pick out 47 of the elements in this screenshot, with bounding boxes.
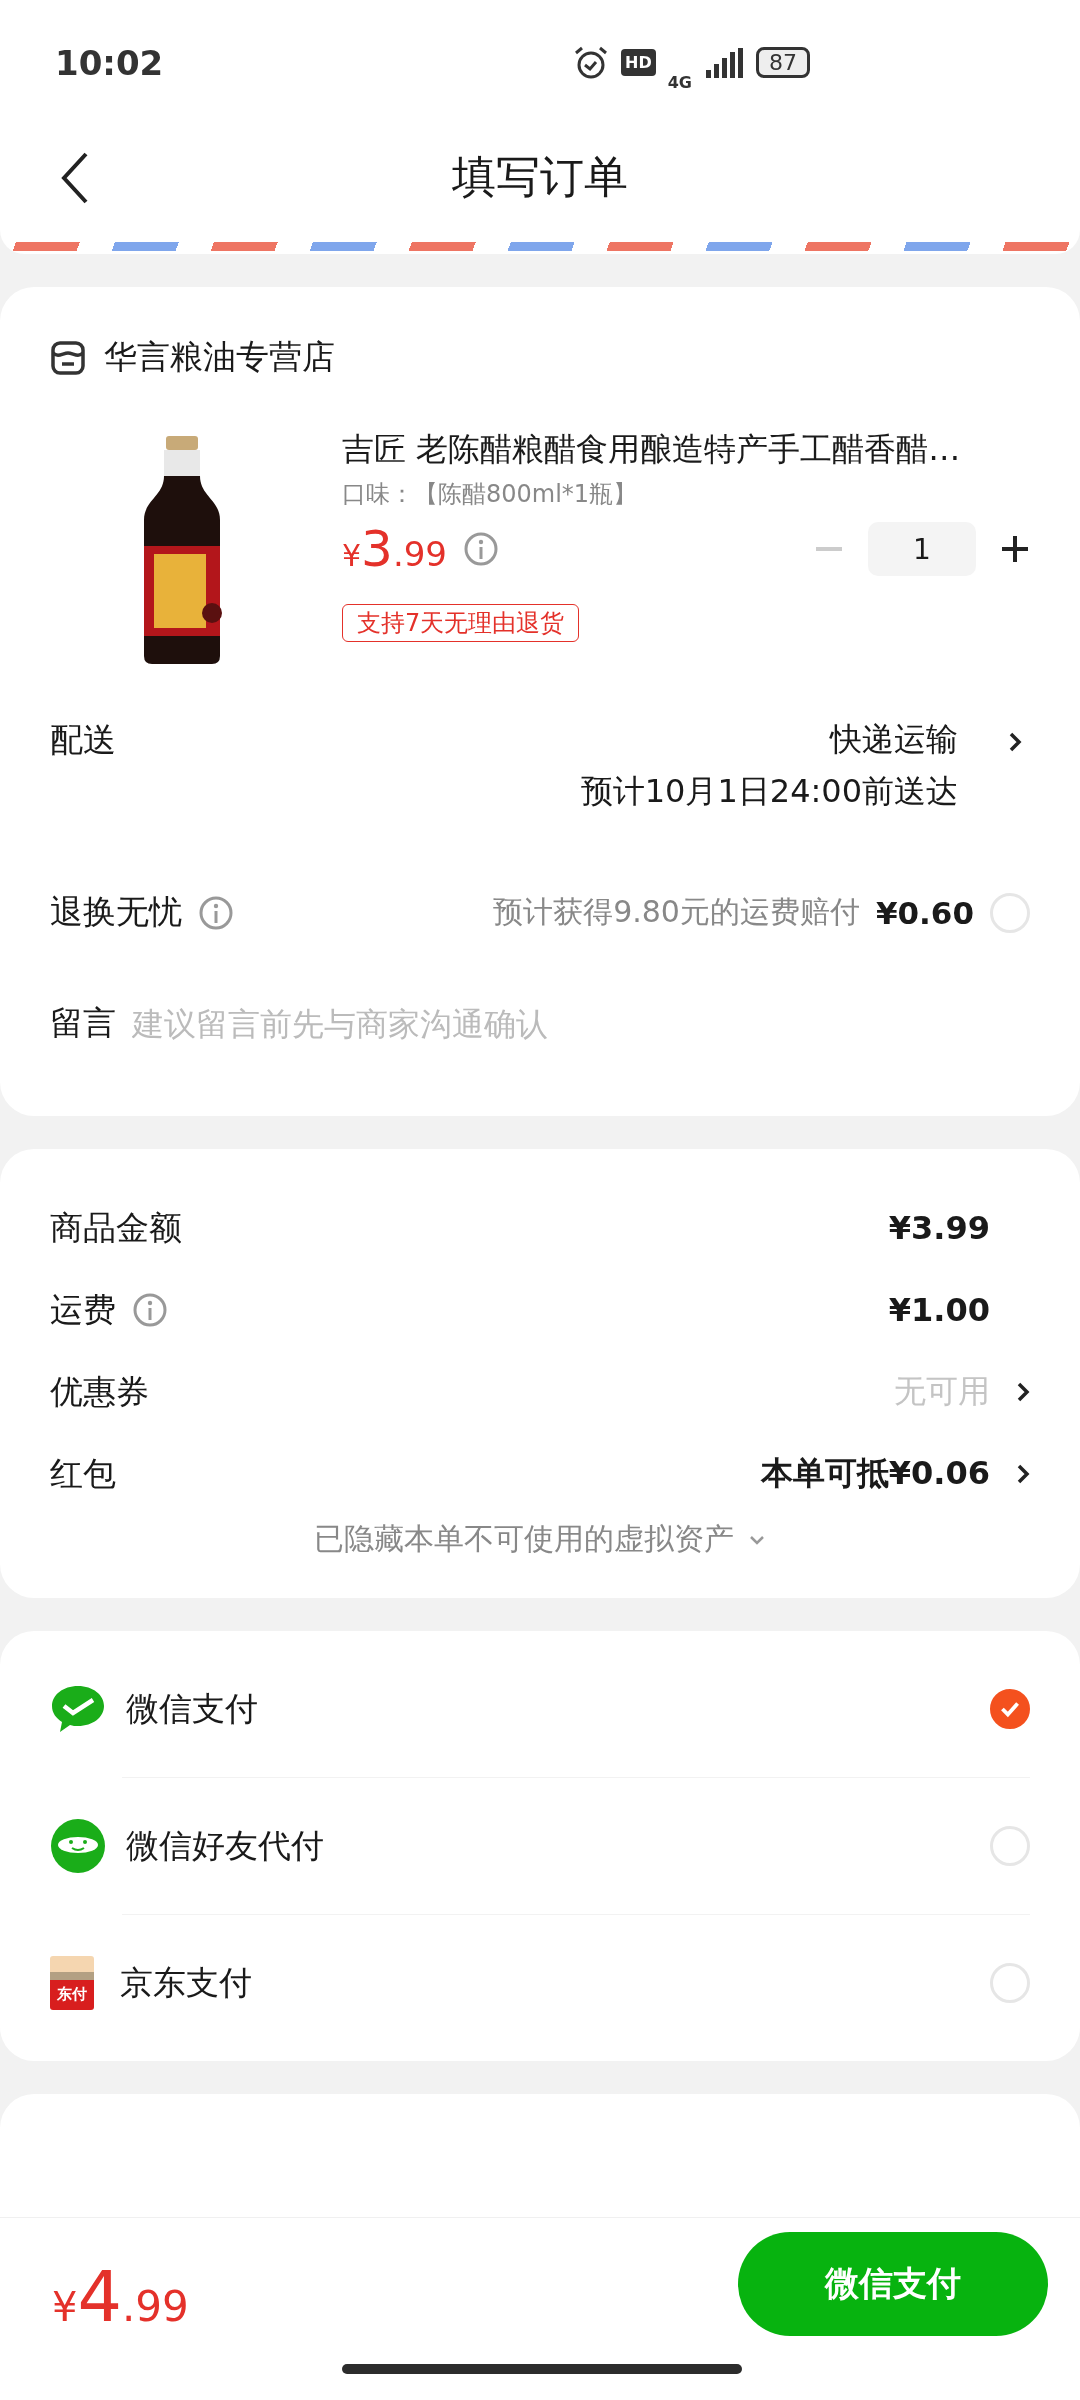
info-icon[interactable] [132,1292,168,1328]
page-title: 填写订单 [452,150,628,204]
payment-method-name[interactable]: 微信好友代付 [126,1823,324,1869]
chevron-icon[interactable] [1016,1462,1030,1486]
insurance-radio[interactable] [990,892,1030,933]
compensation-note: 预计获得9.80元的运费赔付 [493,893,860,931]
return-policy-tag: 支持7天无理由退货 [342,604,580,642]
caret-icon[interactable] [748,1533,766,1546]
return-insurance-label: 退换无忧 [50,891,182,933]
plus-icon[interactable] [1000,534,1030,564]
status-time: 10:02 [55,42,164,83]
summary-value: ¥3.99 [888,1209,990,1247]
back-icon[interactable] [60,151,90,205]
network-label: 4G [667,73,692,92]
summary-value: ¥1.00 [888,1291,990,1329]
info-icon[interactable] [463,531,499,567]
delivery-eta: 预计10月1日24:00前送达 [580,771,958,812]
shop-name: 华言粮油专营店 [104,336,335,378]
product-title[interactable]: 吉匠 老陈醋粮醋食用酿造特产手工醋香醋… [342,428,1030,472]
battery-indicator: 87 [756,47,810,78]
chevron-icon[interactable] [1008,730,1022,754]
payment-card-icon: 东付 [50,1956,94,2010]
total-price: ¥4.99 [52,2256,189,2338]
chat-check-icon [50,1684,106,1734]
smile-face-icon [50,1818,106,1874]
shop-icon [50,339,86,376]
hidden-assets-toggle[interactable]: 已隐藏本单不可使用的虚拟资产 [314,1519,734,1560]
hd-badge: HD [621,49,656,76]
insurance-price: ¥0.60 [875,894,974,931]
delivery-method[interactable]: 快递运输 [830,718,958,762]
payment-radio[interactable] [990,1689,1030,1729]
chevron-icon[interactable] [1016,1380,1030,1404]
payment-method-name[interactable]: 微信支付 [126,1686,258,1732]
message-label: 留言 [50,1002,116,1044]
product-spec: 口味：【陈醋800ml*1瓶】 [342,479,639,510]
summary-label: 红包 [50,1452,116,1495]
signal-icon [704,47,744,78]
summary-label: 优惠券 [50,1370,149,1413]
quantity-field[interactable]: 1 [868,522,976,576]
info-icon[interactable] [198,894,234,931]
delivery-label: 配送 [50,719,116,761]
summary-label: 商品金额 [50,1206,182,1249]
summary-label: 运费 [50,1288,116,1331]
payment-method-name[interactable]: 京东支付 [120,1960,252,2006]
product-price: ¥3.99 [342,520,447,578]
alarm-icon [573,44,610,81]
summary-value[interactable]: 本单可抵¥0.06 [760,1452,990,1496]
